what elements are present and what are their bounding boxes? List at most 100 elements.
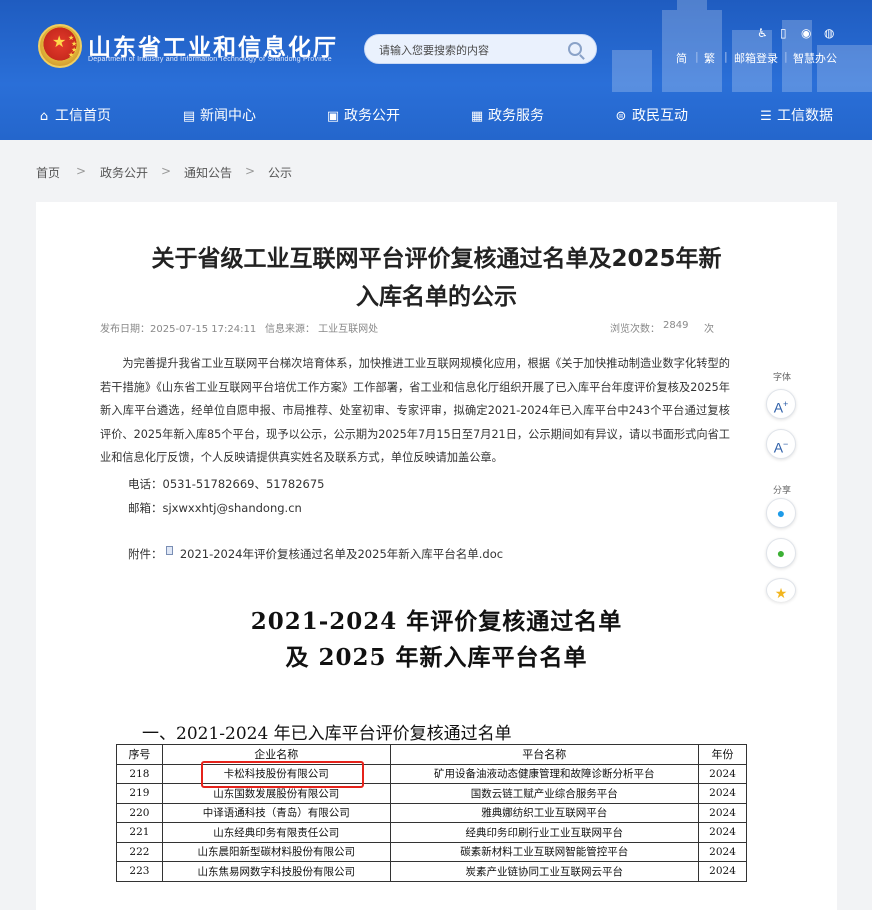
font-size-label: 字体: [773, 373, 792, 383]
font-decrease-button[interactable]: A−: [766, 429, 796, 459]
views-count: 2849: [663, 320, 689, 331]
column-header: 年份: [698, 744, 747, 765]
article-body: 为完善提升我省工业互联网平台梯次培育体系，加快推进工业互联网规模化应用，根据《关…: [100, 357, 730, 464]
qzone-icon[interactable]: ★: [766, 578, 796, 602]
search-box: [364, 34, 597, 64]
separator: |: [784, 50, 788, 63]
info-source: 信息来源： 工业互联网处: [265, 324, 379, 335]
cell-year: 2024: [698, 861, 747, 882]
mobile-icon[interactable]: ▯: [780, 26, 787, 40]
wechat-share-icon[interactable]: ●: [766, 538, 796, 568]
cell-index: 219: [116, 783, 163, 804]
column-header: 序号: [116, 744, 163, 765]
highlight-annotation-box: [201, 761, 364, 788]
simplified-link[interactable]: 简: [676, 50, 687, 66]
separator: |: [724, 50, 728, 63]
nav-label: 工信数据: [777, 108, 833, 124]
interaction-icon: ⊜: [615, 109, 627, 124]
nav-label: 政务服务: [488, 108, 544, 124]
nav-label: 政务公开: [344, 108, 400, 124]
contact-phone: 电话：0531-51782669、51782675: [128, 477, 325, 491]
doc-section-heading: 一、2021-2024 年已入库平台评价复核通过名单: [142, 724, 512, 744]
nav-news[interactable]: ▤ 新闻中心: [182, 105, 256, 125]
attachment-link[interactable]: 2021-2024年评价复核通过名单及2025年新入库平台名单.doc: [180, 547, 503, 561]
table-fade-overlay: [116, 888, 747, 910]
cell-platform: 雅典娜纺织工业互联网平台: [389, 802, 700, 823]
cell-platform: 碳素新材料工业互联网智能管控平台: [389, 841, 700, 862]
cell-year: 2024: [698, 822, 747, 843]
table-row: 222 山东晨阳新型碳材料股份有限公司 碳素新材料工业互联网智能管控平台 2024: [116, 841, 747, 862]
font-decrease-label: A: [773, 439, 784, 456]
breadcrumb-current: 公示: [268, 166, 293, 180]
contact-email: 邮箱：sjxwxxhtj@shandong.cn: [128, 501, 302, 515]
nav-gov-affairs[interactable]: ▣ 政务公开: [326, 105, 400, 125]
font-increase-button[interactable]: A+: [766, 389, 796, 419]
cell-index: 223: [116, 861, 163, 882]
table-row: 220 中译语通科技（青岛）有限公司 雅典娜纺织工业互联网平台 2024: [116, 802, 747, 823]
font-increase-label: A: [773, 399, 784, 416]
nav-label: 新闻中心: [200, 108, 256, 124]
article-title-line: 关于省级工业互联网平台评价复核通过名单及2025年新: [151, 246, 722, 272]
cell-index: 220: [116, 802, 163, 823]
nav-label: 政民互动: [632, 108, 688, 124]
nav-label: 工信首页: [55, 108, 111, 124]
smart-office-link[interactable]: 智慧办公: [793, 50, 837, 66]
cell-company: 中译语通科技（青岛）有限公司: [161, 802, 391, 823]
cell-year: 2024: [698, 802, 747, 823]
site-header: ★ ★ ★ ★ ★ 山东省工业和信息化厅 Department of Indus…: [0, 0, 872, 140]
nav-data[interactable]: ☰ 工信数据: [759, 105, 833, 125]
views-label: 浏览次数：: [610, 324, 660, 335]
table-row: 223 山东焦易网数字科技股份有限公司 炭素产业链协同工业互联网云平台 2024: [116, 861, 747, 882]
cell-year: 2024: [698, 783, 747, 804]
cell-platform: 国数云链工赋产业综合服务平台: [389, 783, 700, 804]
doc-file-icon: [166, 546, 174, 555]
traditional-link[interactable]: 繁: [704, 50, 715, 66]
cell-year: 2024: [698, 841, 747, 862]
news-icon: ▤: [182, 109, 196, 124]
mail-login-link[interactable]: 邮箱登录: [734, 50, 778, 66]
nav-home[interactable]: ⌂ 工信首页: [37, 105, 111, 125]
breadcrumb-gov-affairs[interactable]: 政务公开: [100, 164, 148, 181]
national-emblem-icon: ★ ★ ★ ★ ★: [38, 24, 82, 68]
site-subtitle: Department of Industry and Information T…: [88, 56, 332, 63]
cell-index: 221: [116, 822, 163, 843]
cell-company: 山东焦易网数字科技股份有限公司: [161, 861, 391, 882]
column-header: 平台名称: [389, 744, 700, 765]
service-icon: ▦: [470, 109, 484, 124]
nav-gov-service[interactable]: ▦ 政务服务: [470, 105, 544, 125]
breadcrumb-home[interactable]: 首页: [36, 164, 60, 181]
article-title-line: 入库名单的公示: [356, 284, 517, 310]
main-nav: ⌂ 工信首页 ▤ 新闻中心 ▣ 政务公开 ▦ 政务服务 ⊜ 政民互动 ☰ 工信数据: [0, 92, 872, 140]
attachment-row: 附件： 2021-2024年评价复核通过名单及2025年新入库平台名单.doc: [128, 546, 503, 562]
table-row: 221 山东经典印务有限责任公司 经典印务印刷行业工业互联网平台 2024: [116, 822, 747, 843]
database-icon: ☰: [760, 109, 772, 124]
share-label: 分享: [773, 486, 792, 496]
cell-year: 2024: [698, 763, 747, 784]
doc-title-line: 及 2025 年新入库平台名单: [285, 644, 588, 671]
attachment-label: 附件：: [128, 547, 163, 561]
cell-platform: 经典印务印刷行业工业互联网平台: [389, 822, 700, 843]
cell-index: 222: [116, 841, 163, 862]
nav-interaction[interactable]: ⊜ 政民互动: [614, 105, 688, 125]
breadcrumb-separator: >: [245, 164, 256, 178]
cell-platform: 炭素产业链协同工业互联网云平台: [389, 861, 700, 882]
separator: |: [695, 50, 699, 63]
doc-title-line: 2021-2024 年评价复核通过名单: [250, 608, 623, 635]
article-card: 关于省级工业互联网平台评价复核通过名单及2025年新 入库名单的公示 发布日期：…: [36, 202, 837, 910]
home-icon: ⌂: [39, 109, 49, 124]
article-title: 关于省级工业互联网平台评价复核通过名单及2025年新 入库名单的公示: [36, 240, 837, 316]
cell-company: 山东晨阳新型碳材料股份有限公司: [161, 841, 391, 862]
breadcrumb-notices[interactable]: 通知公告: [184, 164, 232, 181]
search-icon[interactable]: [568, 42, 582, 56]
breadcrumb-separator: >: [76, 164, 87, 178]
qq-icon[interactable]: ●: [766, 498, 796, 528]
publish-date: 发布日期：2025-07-15 17:24:11: [100, 324, 257, 335]
cell-platform: 矿用设备油液动态健康管理和故障诊断分析平台: [389, 763, 700, 784]
screen-icon: ▣: [326, 109, 340, 124]
accessibility-icon[interactable]: ♿: [757, 26, 768, 40]
weibo-icon[interactable]: ◍: [824, 26, 834, 40]
breadcrumb-separator: >: [161, 164, 172, 178]
wechat-icon[interactable]: ◉: [801, 26, 811, 40]
search-input[interactable]: [379, 41, 569, 59]
views-unit: 次: [704, 324, 714, 335]
